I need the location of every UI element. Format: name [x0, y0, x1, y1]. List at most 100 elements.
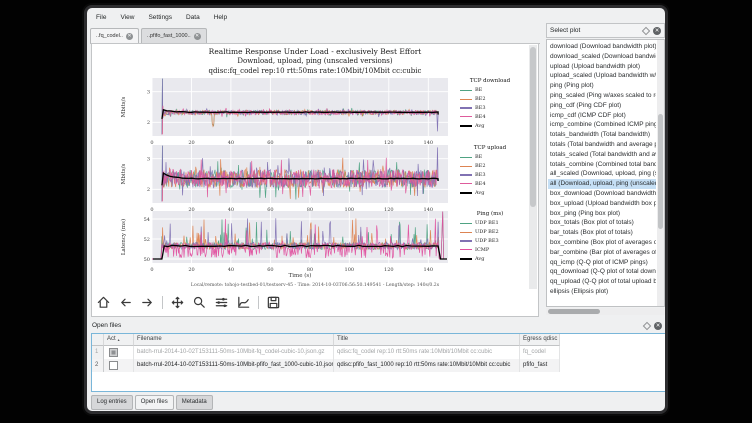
tab-open-files[interactable]: Open files [135, 395, 174, 410]
plot-list-item[interactable]: bar_totals (Box plot of totals) [548, 228, 656, 238]
plot-list-item[interactable]: download (Download bandwidth plot) [548, 42, 656, 52]
plot-list-item[interactable]: ping_cdf (Ping CDF plot) [548, 101, 656, 111]
menu-settings[interactable]: Settings [142, 12, 178, 23]
checkbox-unchecked[interactable] [109, 361, 118, 370]
plot-scrollbar[interactable] [529, 45, 537, 289]
plot-list-item[interactable]: bar_combine (Bar plot of averages of sev… [548, 248, 656, 258]
open-files-panel: Open files ✕ Act▴FilenameTitleEgress qdi… [89, 319, 665, 393]
menu-view[interactable]: View [114, 12, 140, 23]
legend-tcp-download: TCP downloadBEBE2BE3BE4Avg [452, 78, 528, 130]
figure-footer: Local/remote: tohojo-testbed-01/testserv… [100, 283, 530, 288]
plot-list-item[interactable]: box_upload (Upload bandwidth box plot) [548, 199, 656, 209]
plot-list-item[interactable]: all (Download, upload, ping (unscaled ve… [548, 179, 656, 189]
plot-list-scrollbar[interactable] [657, 40, 664, 306]
tab-metadata[interactable]: Metadata [176, 395, 213, 410]
close-tab-icon[interactable]: ✕ [194, 33, 201, 40]
plot-list-item[interactable]: qq_download (Q-Q plot of total download … [548, 267, 656, 277]
plot-list-item[interactable]: totals_scaled (Total bandwidth and avera… [548, 150, 656, 160]
plot-list-item[interactable]: box_download (Download bandwidth box plo… [548, 189, 656, 199]
plot-list-item[interactable]: all_scaled (Download, upload, ping (scal… [548, 169, 656, 179]
plot-list-item[interactable]: upload_scaled (Upload bandwidth w/axes s… [548, 71, 656, 81]
chart-area: 02040608010012014023 [138, 76, 450, 150]
menu-data[interactable]: Data [180, 12, 206, 23]
plot-scrollbar-thumb[interactable] [530, 47, 536, 207]
close-panel-icon[interactable]: ✕ [653, 27, 661, 35]
plot-list-item[interactable]: totals_bandwidth (Total bandwidth) [548, 130, 656, 140]
column-header-filename[interactable]: Filename [134, 334, 334, 346]
row-number-header[interactable] [92, 334, 104, 346]
svg-text:54: 54 [144, 217, 150, 223]
chart-tcp-upload: 02040608010012014023 [138, 143, 450, 213]
legend-entry: BE3 [452, 104, 528, 113]
legend-label: Avg [475, 123, 484, 129]
select-plot-title: Select plot [550, 27, 643, 34]
plot-list-item[interactable]: upload (Upload bandwidth plot) [548, 62, 656, 72]
customize-button[interactable] [236, 295, 251, 310]
plot-list-hscrollbar-thumb[interactable] [548, 309, 600, 314]
plot-list-item[interactable]: box_combine (Box plot of averages of sev… [548, 238, 656, 248]
close-tab-icon[interactable]: ✕ [126, 33, 133, 40]
column-header-label: Act [107, 334, 116, 345]
pan-button[interactable] [170, 295, 185, 310]
egress-qdisc-cell: fq_codel [520, 346, 560, 359]
plot-list-item[interactable]: qq_upload (Q-Q plot of total upload band… [548, 277, 656, 287]
back-button[interactable] [118, 295, 133, 310]
egress-qdisc-cell: pfifo_fast [520, 359, 560, 372]
plot-list-item[interactable]: download_scaled (Download bandwidth w/ax… [548, 52, 656, 62]
plot-list-item[interactable]: ping_scaled (Ping w/axes scaled to remov… [548, 91, 656, 101]
plot-list-item[interactable]: box_ping (Ping box plot) [548, 209, 656, 219]
plot-list-item[interactable]: icmp_cdf (ICMP CDF plot) [548, 111, 656, 121]
column-header-title[interactable]: Title [334, 334, 520, 346]
legend-label: BE4 [475, 114, 486, 120]
subplots-button[interactable] [214, 295, 229, 310]
plot-list-hscrollbar[interactable] [546, 308, 665, 315]
zoom-rect-button[interactable] [192, 295, 207, 310]
legend-entry: BE2 [452, 162, 528, 171]
tab-log-entries[interactable]: Log entries [91, 395, 133, 410]
plot-list-item[interactable]: totals (Total bandwidth and average ping… [548, 140, 656, 150]
plot-list-item[interactable]: box_totals (Box plot of totals) [548, 218, 656, 228]
svg-text:2: 2 [147, 187, 150, 193]
float-panel-icon[interactable] [642, 26, 650, 34]
legend-label: BE4 [475, 181, 486, 187]
plot-list-item[interactable]: totals_combine (Combined total bandwidth… [548, 160, 656, 170]
column-header-act[interactable]: Act▴ [104, 334, 134, 346]
title-cell: qdisc:pfifo_fast_1000 rep:10 rtt:50ms ra… [334, 359, 520, 372]
plot-list-item[interactable]: qq_icmp (Q-Q plot of ICMP pings) [548, 258, 656, 268]
float-panel-icon[interactable] [643, 321, 651, 329]
svg-text:3: 3 [147, 90, 150, 96]
column-header-egress-qdisc[interactable]: Egress qdisc [520, 334, 560, 346]
toolbar-separator [162, 296, 163, 309]
subplot-tcp-download: Mbits/s02040608010012014023TCP downloadB… [100, 76, 530, 148]
plot-list-item[interactable]: icmp_combine (Combined ICMP ping plot) [548, 120, 656, 130]
legend-label: BE2 [475, 96, 486, 102]
forward-button[interactable] [140, 295, 155, 310]
legend-line-swatch [460, 116, 472, 117]
figure-title-line-1: Realtime Response Under Load - exclusive… [100, 47, 530, 56]
zoom-rect-icon [192, 295, 207, 310]
save-button[interactable] [266, 295, 281, 310]
legend-entry: UDP BE3 [452, 237, 528, 246]
plot-list-item[interactable]: ping (Ping plot) [548, 81, 656, 91]
plot-list-item[interactable]: ellipsis (Ellipsis plot) [548, 287, 656, 297]
legend-line-swatch [460, 240, 472, 241]
plot-tab-1[interactable]: ..pfifo_fast_1000..✕ [141, 28, 207, 43]
checkbox-checked[interactable] [109, 348, 118, 357]
plot-tab-0[interactable]: ..fq_codel..✕ [90, 28, 139, 43]
legend-line-swatch [460, 157, 472, 158]
menu-help[interactable]: Help [208, 12, 233, 23]
close-panel-icon[interactable]: ✕ [654, 322, 662, 330]
column-header-label: Egress qdisc [523, 334, 557, 345]
row-number: 2 [92, 359, 104, 372]
y-axis-label: Mbits/s [121, 164, 127, 185]
home-icon [96, 295, 111, 310]
legend-line-swatch [460, 166, 472, 167]
bottom-tab-bar: Log entriesOpen filesMetadata [91, 395, 213, 410]
home-button[interactable] [96, 295, 111, 310]
menu-file[interactable]: File [90, 12, 112, 23]
open-files-table: Act▴FilenameTitleEgress qdisc1batch-rrul… [91, 333, 667, 392]
plot-tab-bar: ..fq_codel..✕..pfifo_fast_1000..✕ [90, 25, 540, 44]
legend-tcp-upload: TCP uploadBEBE2BE3BE4Avg [452, 145, 528, 197]
legend-line-swatch [460, 192, 472, 194]
plot-list-scrollbar-thumb[interactable] [658, 114, 663, 228]
